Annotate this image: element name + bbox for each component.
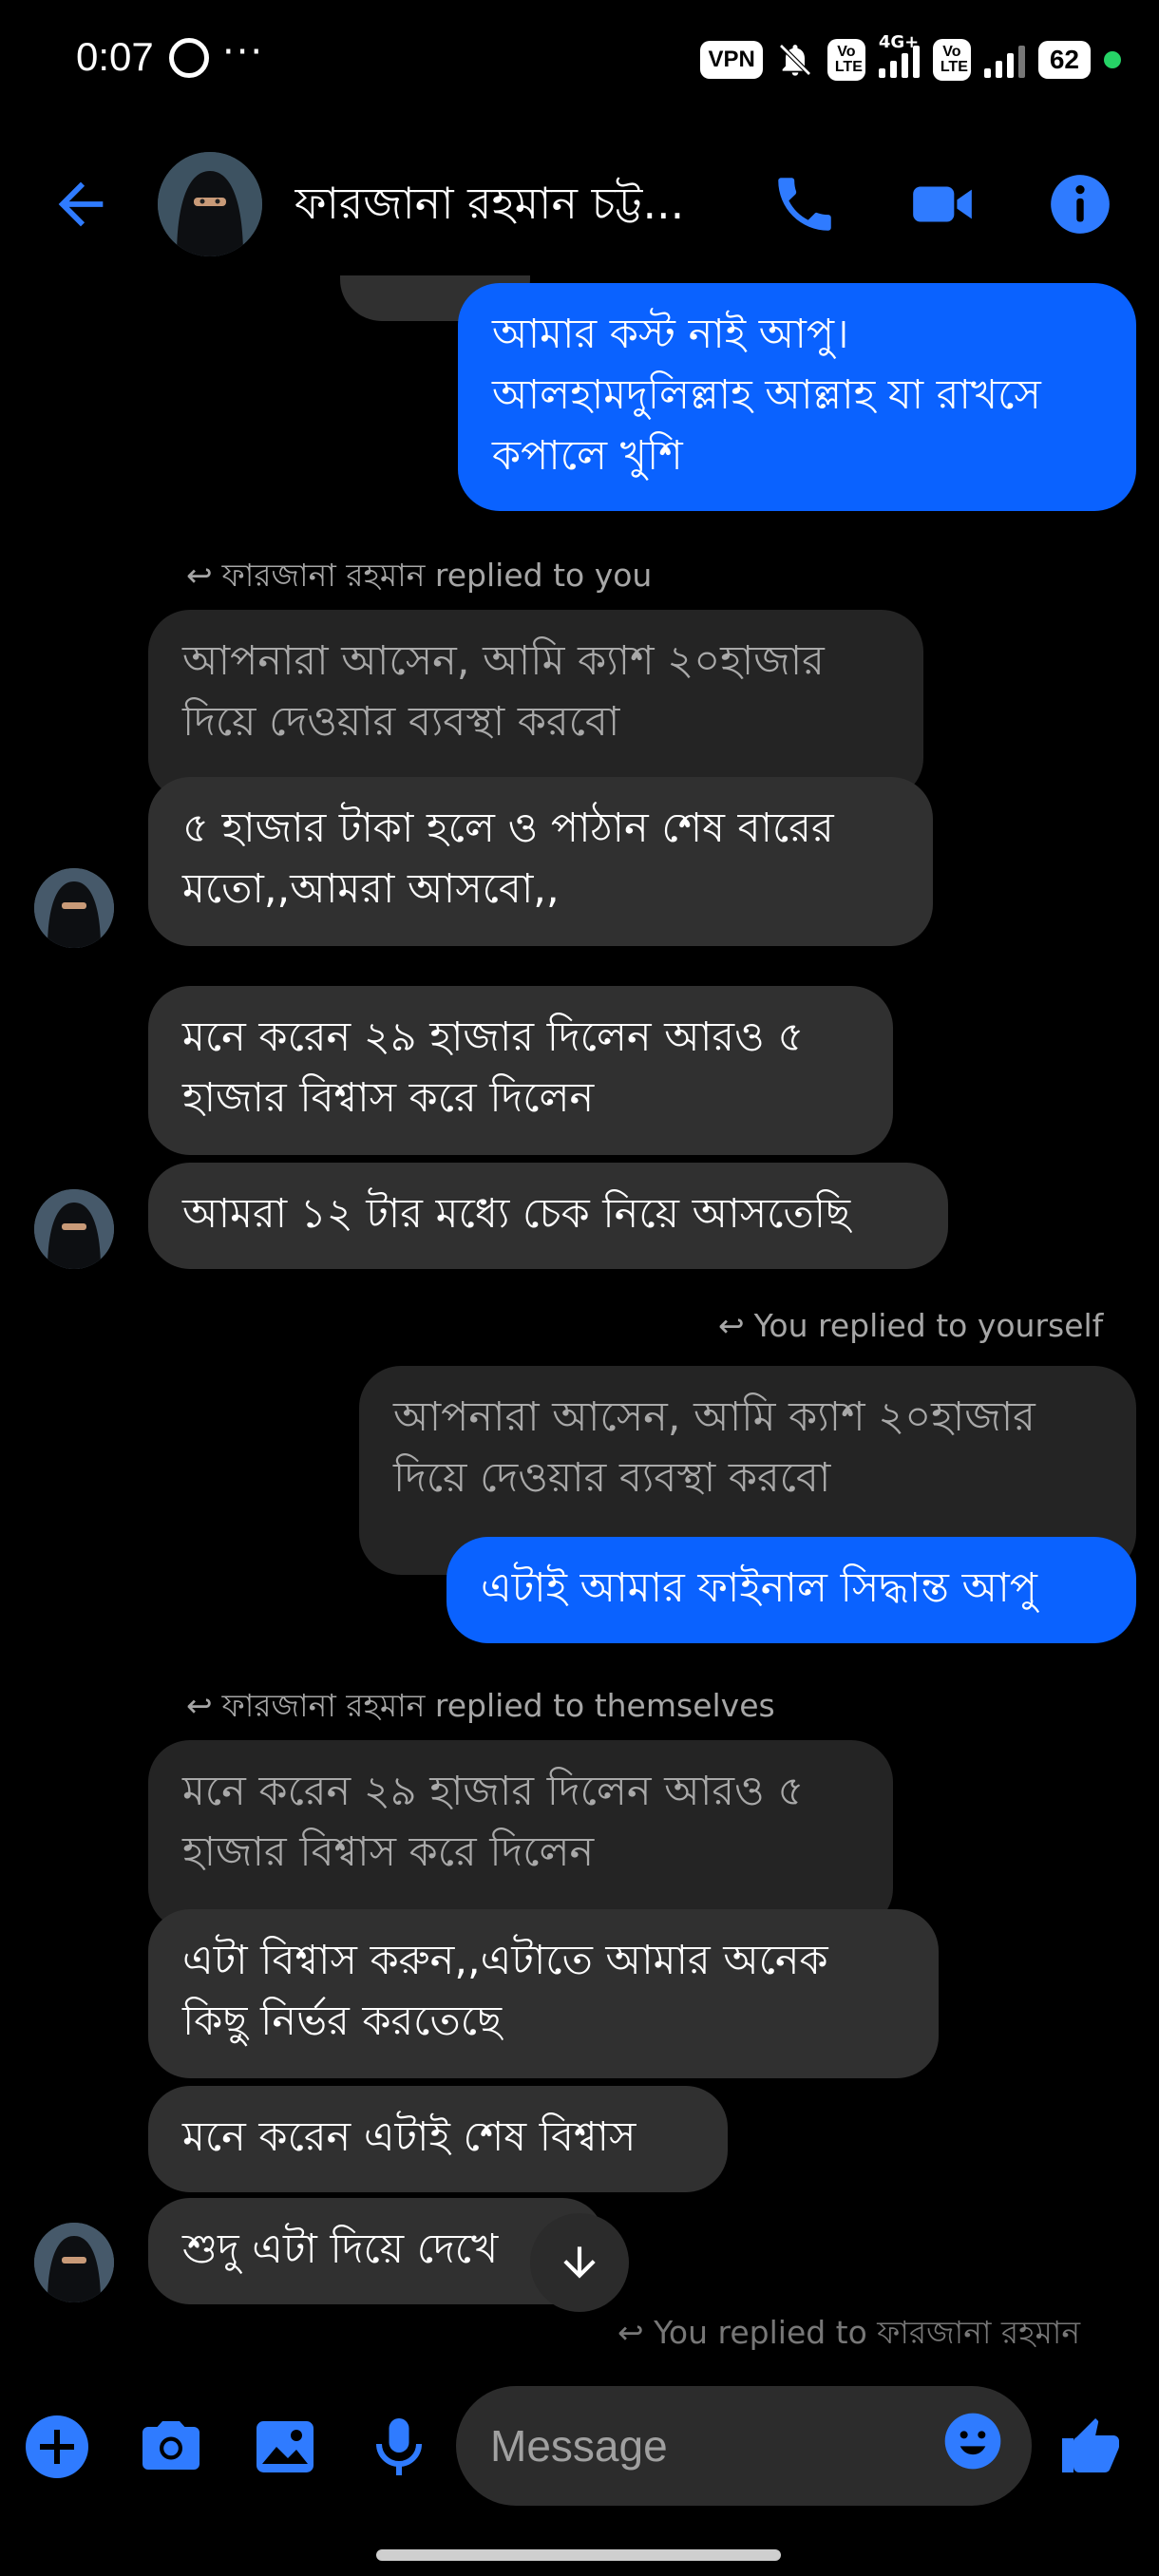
reply-label-text: ফারজানা রহমান replied to themselves bbox=[221, 1687, 775, 1724]
voice-call-icon[interactable] bbox=[770, 169, 840, 239]
info-icon[interactable] bbox=[1045, 169, 1115, 239]
clock: 0:07 bbox=[76, 34, 154, 79]
volte-badge-1: Vo LTE bbox=[826, 39, 865, 81]
network-type: 4G+ bbox=[878, 32, 920, 52]
message-text: মনে করেন এটাই শেষ বিশ্বাস bbox=[182, 2113, 636, 2161]
contact-avatar-small[interactable] bbox=[34, 868, 114, 948]
more-notifications-icon: ··· bbox=[222, 30, 265, 74]
message-text: মনে করেন ২৯ হাজার দিলেন আরও ৫ হাজার বিশ্… bbox=[182, 1013, 805, 1122]
message-text: শুদু এটা দিয়ে দেখে bbox=[182, 2226, 499, 2273]
incoming-message[interactable]: মনে করেন এটাই শেষ বিশ্বাস bbox=[148, 2086, 728, 2192]
reply-arrow-icon: ↩ bbox=[186, 1687, 213, 1724]
reply-label-text: You replied to ফারজানা রহমান bbox=[654, 2314, 1081, 2351]
message-text: আমরা ১২ টার মধ্যে চেক নিয়ে আসতেছি bbox=[182, 1190, 851, 1238]
camera-icon[interactable] bbox=[137, 2413, 205, 2481]
reply-context-label-faded: ↩ You replied to ফারজানা রহমান bbox=[618, 2314, 1081, 2351]
message-composer bbox=[0, 2375, 1159, 2517]
mute-bell-icon bbox=[779, 44, 811, 76]
emoji-icon[interactable] bbox=[942, 2411, 1003, 2472]
message-text: এটা বিশ্বাস করুন,,এটাতে আমার অনেক কিছু ন… bbox=[182, 1937, 828, 2045]
contact-avatar[interactable] bbox=[158, 152, 262, 256]
reply-context-label: ↩ ফারজানা রহমান replied to you bbox=[186, 551, 652, 604]
reply-context-label: ↩ You replied to yourself bbox=[718, 1307, 1103, 1344]
outgoing-message[interactable]: আমার কস্ট নাই আপু। আলহামদুলিল্লাহ আল্লাহ… bbox=[458, 283, 1136, 511]
message-text: এটাই আমার ফাইনাল সিদ্ধান্ত আপু bbox=[481, 1564, 1037, 1612]
contact-avatar-small[interactable] bbox=[34, 1189, 114, 1269]
reply-label-text: ফারজানা রহমান replied to you bbox=[221, 557, 653, 594]
scroll-to-bottom-button[interactable] bbox=[530, 2213, 629, 2312]
incoming-message[interactable]: মনে করেন ২৯ হাজার দিলেন আরও ৫ হাজার বিশ্… bbox=[148, 986, 893, 1155]
message-text: ৫ হাজার টাকা হলে ও পাঠান শেষ বারের মতো,,… bbox=[182, 805, 834, 913]
volte-badge-2: Vo LTE bbox=[932, 39, 971, 81]
privacy-dot-icon bbox=[1104, 51, 1121, 68]
outgoing-message[interactable]: এটাই আমার ফাইনাল সিদ্ধান্ত আপু bbox=[446, 1537, 1136, 1643]
thumbs-up-icon[interactable] bbox=[1056, 2413, 1125, 2481]
arrow-down-icon bbox=[563, 2246, 596, 2279]
quoted-message[interactable]: আপনারা আসেন, আমি ক্যাশ ২০হাজার দিয়ে দেও… bbox=[148, 610, 923, 800]
reply-label-text: You replied to yourself bbox=[753, 1307, 1104, 1344]
message-text: আমার কস্ট নাই আপু। আলহামদুলিল্লাহ আল্লাহ… bbox=[492, 311, 1041, 480]
contact-avatar-small[interactable] bbox=[34, 2223, 114, 2302]
reply-arrow-icon: ↩ bbox=[186, 557, 213, 594]
reply-context-label: ↩ ফারজানা রহমান replied to themselves bbox=[186, 1681, 775, 1734]
contact-name[interactable]: ফারজানা রহমান চট্ট... bbox=[294, 171, 712, 243]
signal-1: 4G+ bbox=[878, 32, 920, 78]
quoted-text: আপনারা আসেন, আমি ক্যাশ ২০হাজার দিয়ে দেও… bbox=[182, 637, 825, 746]
quoted-text: আপনারা আসেন, আমি ক্যাশ ২০হাজার দিয়ে দেও… bbox=[393, 1393, 1036, 1502]
status-bar: 0:07 ··· VPN Vo LTE 4G+ Vo LTE 62 bbox=[0, 0, 1159, 123]
incoming-message[interactable]: এটা বিশ্বাস করুন,,এটাতে আমার অনেক কিছু ন… bbox=[148, 1909, 939, 2078]
quoted-text: মনে করেন ২৯ হাজার দিলেন আরও ৫ হাজার বিশ্… bbox=[182, 1768, 805, 1876]
conversation-header: ফারজানা রহমান চট্ট... bbox=[0, 142, 1159, 266]
add-plus-icon[interactable] bbox=[23, 2413, 91, 2481]
reply-arrow-icon: ↩ bbox=[718, 1307, 745, 1344]
home-indicator[interactable] bbox=[376, 2549, 781, 2561]
gallery-image-icon[interactable] bbox=[251, 2413, 319, 2481]
app-notification-icon bbox=[169, 38, 209, 78]
message-thread[interactable]: আমার কস্ট নাই আপু। আলহামদুলিল্লাহ আল্লাহ… bbox=[0, 275, 1159, 2356]
battery-indicator: 62 bbox=[1037, 41, 1091, 79]
vpn-badge: VPN bbox=[700, 41, 763, 79]
back-arrow-icon[interactable] bbox=[48, 171, 114, 237]
signal-bars-2-icon bbox=[983, 42, 1025, 78]
quoted-message[interactable]: মনে করেন ২৯ হাজার দিলেন আরও ৫ হাজার বিশ্… bbox=[148, 1740, 893, 1930]
incoming-message[interactable]: আমরা ১২ টার মধ্যে চেক নিয়ে আসতেছি bbox=[148, 1163, 948, 1269]
microphone-icon[interactable] bbox=[365, 2413, 433, 2481]
video-call-icon[interactable] bbox=[907, 169, 978, 239]
incoming-message[interactable]: ৫ হাজার টাকা হলে ও পাঠান শেষ বারের মতো,,… bbox=[148, 777, 933, 946]
